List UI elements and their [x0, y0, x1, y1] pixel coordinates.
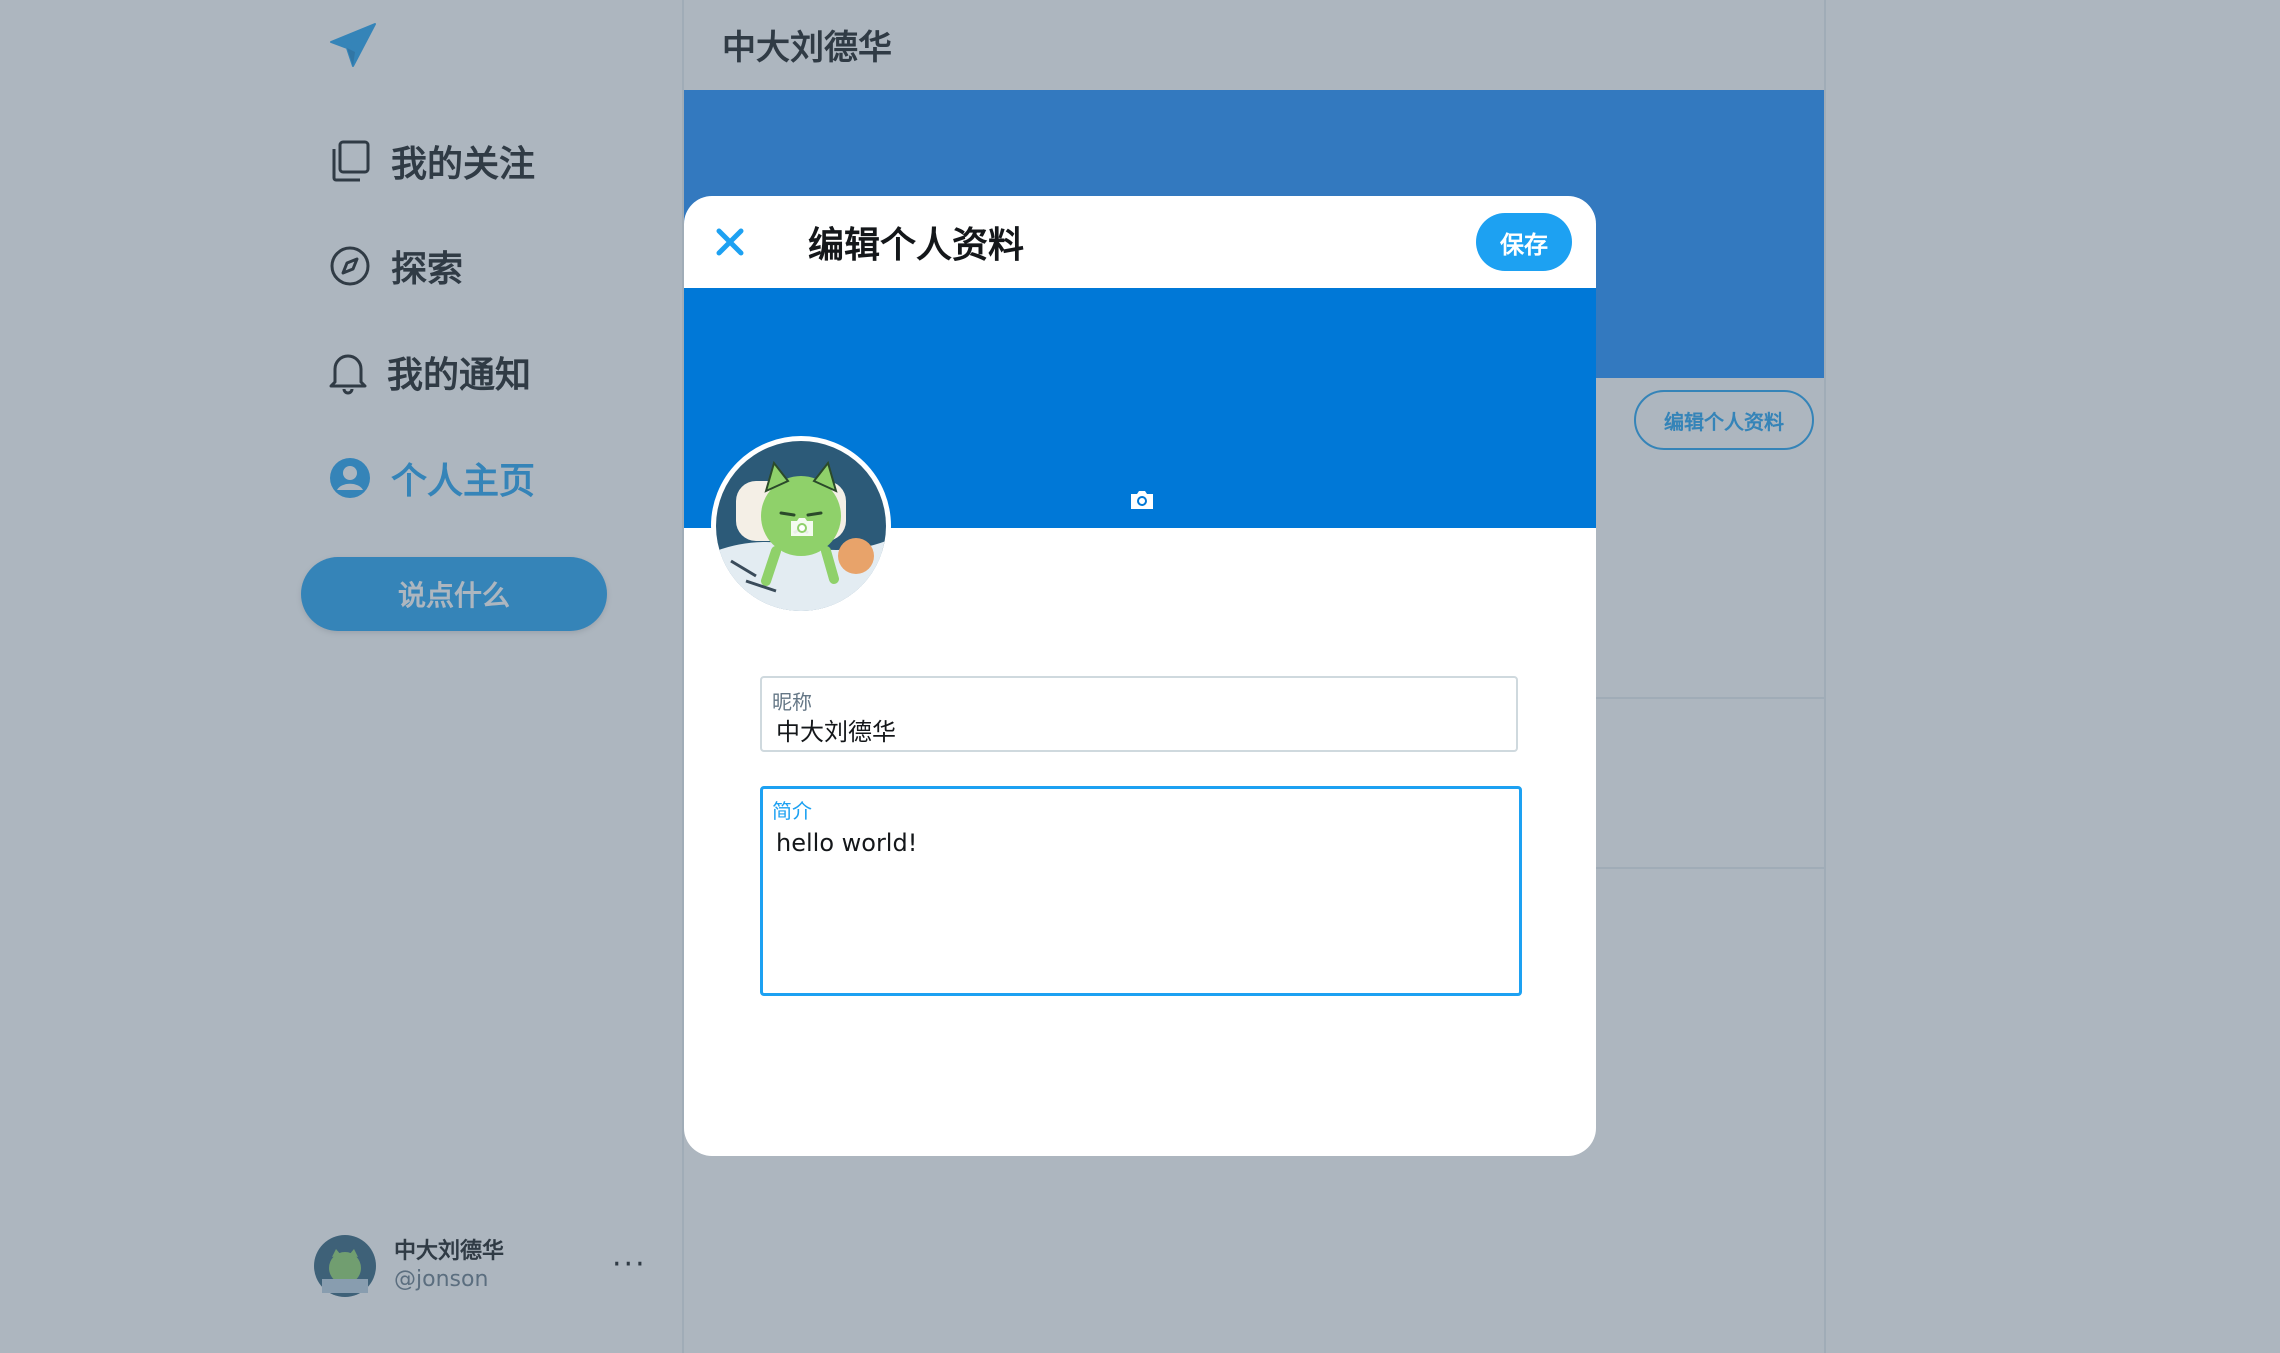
- bio-field[interactable]: 简介 hello world!: [760, 786, 1522, 996]
- close-icon[interactable]: [708, 220, 752, 264]
- bio-textarea[interactable]: hello world!: [776, 829, 917, 857]
- nickname-field[interactable]: 昵称 中大刘德华: [760, 676, 1518, 752]
- camera-icon[interactable]: [1128, 488, 1156, 512]
- edit-profile-dialog: 编辑个人资料 保存 昵称 中大刘德华 简介 hello world!: [684, 196, 1596, 1156]
- nickname-input[interactable]: 中大刘德华: [776, 712, 896, 747]
- save-button[interactable]: 保存: [1476, 213, 1572, 271]
- dialog-title: 编辑个人资料: [808, 225, 1025, 266]
- camera-icon[interactable]: [788, 515, 816, 539]
- dialog-header: 编辑个人资料 保存: [684, 196, 1596, 288]
- bio-label: 简介: [772, 799, 812, 823]
- nickname-label: 昵称: [772, 690, 812, 714]
